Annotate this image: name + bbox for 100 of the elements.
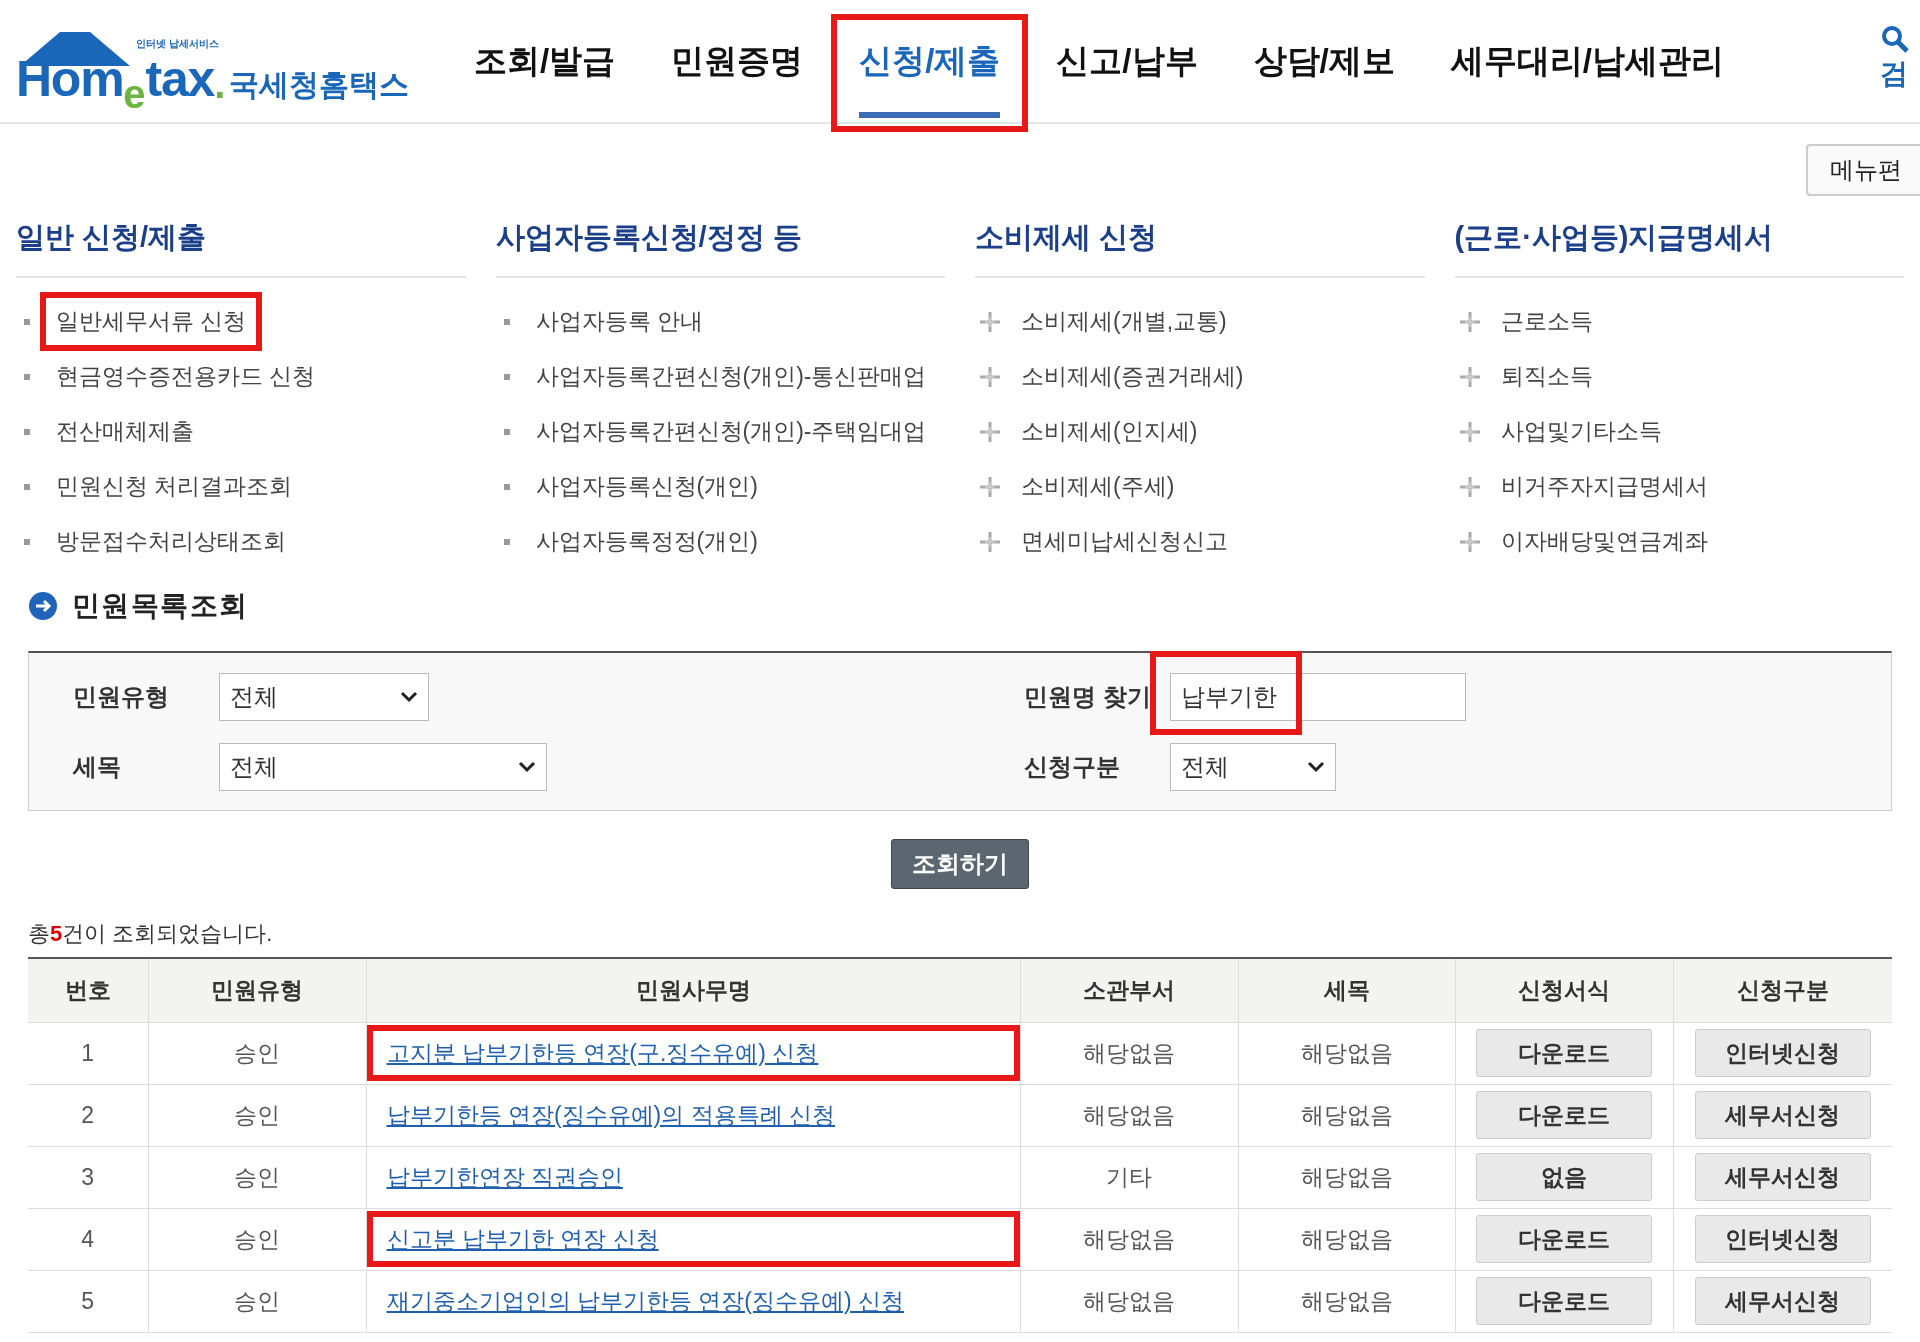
chevron-icon xyxy=(400,690,418,703)
dropdown[interactable]: 전체 xyxy=(219,672,429,721)
table-cell: 승인 xyxy=(234,1039,280,1066)
column-header: 민원사무명 xyxy=(366,958,1020,1022)
chevron-icon xyxy=(1307,760,1325,773)
apply-button[interactable]: 인터넷신청 xyxy=(1694,1215,1871,1263)
menu-link[interactable]: 사업자등록간편신청(개인)-주택임대업 xyxy=(535,414,927,449)
column-header: 세목 xyxy=(1238,958,1455,1022)
menu-link[interactable]: 이자배당및연금계좌 xyxy=(1500,524,1708,559)
menu-link[interactable]: 퇴직소득 xyxy=(1500,359,1593,394)
table-cell: 기타 xyxy=(1106,1163,1152,1190)
menu-link[interactable]: 소비제세(개별,교통) xyxy=(1021,304,1227,339)
table-cell: 해당없음 xyxy=(1083,1101,1175,1128)
table-cell: 해당없음 xyxy=(1300,1225,1393,1252)
menu-link[interactable]: 근로소득 xyxy=(1500,304,1593,339)
form-download-button[interactable]: 다운로드 xyxy=(1476,1029,1652,1077)
bullet-icon xyxy=(24,373,30,380)
menu-link[interactable]: 현금영수증전용카드 신청 xyxy=(56,359,316,394)
plus-icon xyxy=(979,530,1001,553)
menu-link[interactable]: 면세미납세신청신고 xyxy=(1021,524,1228,559)
form-download-button[interactable]: 다운로드 xyxy=(1476,1277,1652,1325)
menu-link[interactable]: 사업자등록신청(개인) xyxy=(535,469,758,504)
menu-link[interactable]: 방문접수처리상태조회 xyxy=(56,524,286,559)
column-header: 소관부서 xyxy=(1020,958,1238,1022)
plus-icon xyxy=(1458,420,1481,443)
menu-column-title: 사업자등록신청/정정 등 xyxy=(495,216,945,278)
menu-edit-button[interactable]: 메뉴편 xyxy=(1806,144,1920,196)
table-cell: 해당없음 xyxy=(1083,1039,1175,1066)
apply-button[interactable]: 세무서신청 xyxy=(1694,1153,1871,1201)
plus-icon xyxy=(1458,475,1481,498)
table-cell: 해당없음 xyxy=(1300,1163,1393,1190)
menu-column-title: 소비제세 신청 xyxy=(975,216,1425,278)
section-title: 민원목록조회 xyxy=(72,589,249,623)
apply-button[interactable]: 인터넷신청 xyxy=(1694,1029,1871,1077)
nav-tab[interactable]: 세무대리/납세관리 xyxy=(1450,0,1724,122)
table-cell: 해당없음 xyxy=(1300,1101,1393,1128)
search-icon[interactable] xyxy=(1880,24,1910,54)
filter-label: 민원명 찾기 xyxy=(1024,681,1152,712)
menu-link[interactable]: 소비제세(인지세) xyxy=(1021,414,1198,449)
search-button[interactable]: 조회하기 xyxy=(891,839,1029,889)
bullet-icon xyxy=(503,428,510,435)
table-cell: 5 xyxy=(81,1287,95,1314)
nav-tab[interactable]: 상담/제보 xyxy=(1253,0,1395,122)
plus-icon xyxy=(1458,530,1481,553)
nav-tab[interactable]: 신고/납부 xyxy=(1056,0,1198,122)
arrow-circle-icon xyxy=(28,591,58,621)
table-cell: 3 xyxy=(81,1163,95,1190)
filter-label: 민원유형 xyxy=(73,681,170,712)
filter-label: 신청구분 xyxy=(1024,751,1121,782)
table-cell: 2 xyxy=(81,1101,95,1128)
chevron-icon xyxy=(518,760,536,773)
plus-icon xyxy=(979,420,1001,443)
table-cell: 해당없음 xyxy=(1300,1039,1393,1066)
menu-link[interactable]: 비거주자지급명세서 xyxy=(1500,469,1708,504)
apply-button[interactable]: 세무서신청 xyxy=(1694,1091,1871,1139)
table-cell: 4 xyxy=(81,1225,95,1252)
form-download-button[interactable]: 다운로드 xyxy=(1476,1215,1652,1263)
bullet-icon xyxy=(24,428,30,435)
input-field[interactable]: 납부기한 xyxy=(1170,672,1466,721)
bullet-icon xyxy=(503,318,510,325)
apply-button[interactable]: 세무서신청 xyxy=(1694,1277,1871,1325)
menu-link[interactable]: 사업자등록간편신청(개인)-통신판매업 xyxy=(535,359,927,394)
table-cell: 1 xyxy=(81,1039,95,1066)
bullet-icon xyxy=(24,318,30,325)
menu-link[interactable]: 사업자등록 안내 xyxy=(535,304,703,339)
menu-link[interactable]: 사업자등록정정(개인) xyxy=(535,524,758,559)
column-header: 신청구분 xyxy=(1673,958,1892,1022)
table-cell: 승인 xyxy=(234,1101,280,1128)
menu-column-title: 일반 신청/제출 xyxy=(16,216,466,278)
plus-icon xyxy=(979,475,1001,498)
table-cell: 승인 xyxy=(234,1163,280,1190)
form-download-button[interactable]: 없음 xyxy=(1476,1153,1652,1201)
menu-link[interactable]: 소비제세(증권거래세) xyxy=(1021,359,1244,394)
form-download-button[interactable]: 다운로드 xyxy=(1476,1091,1652,1139)
nav-tab[interactable]: 신청/제출 xyxy=(859,0,1001,122)
bullet-icon xyxy=(503,373,510,380)
bullet-icon xyxy=(24,483,30,490)
table-cell: 승인 xyxy=(234,1225,280,1252)
plus-icon xyxy=(1458,365,1481,388)
filter-label: 세목 xyxy=(73,751,122,782)
bullet-icon xyxy=(503,483,510,490)
column-header: 민원유형 xyxy=(148,958,366,1022)
dropdown[interactable]: 전체 xyxy=(219,742,547,791)
menu-link[interactable]: 소비제세(주세) xyxy=(1021,469,1175,504)
table-cell: 해당없음 xyxy=(1083,1225,1175,1252)
menu-link[interactable]: 민원신청 처리결과조회 xyxy=(56,469,293,504)
menu-link[interactable]: 사업및기타소득 xyxy=(1500,414,1662,449)
menu-link[interactable]: 전산매체제출 xyxy=(56,414,194,449)
table-cell: 해당없음 xyxy=(1083,1287,1175,1314)
nav-tab[interactable]: 민원증명 xyxy=(671,0,804,122)
table-cell: 해당없음 xyxy=(1300,1287,1393,1314)
nav-tab[interactable]: 조회/발급 xyxy=(474,0,616,122)
plus-icon xyxy=(979,310,1001,333)
search-label[interactable]: 검 xyxy=(1880,60,1908,88)
column-header: 번호 xyxy=(28,958,148,1022)
dropdown[interactable]: 전체 xyxy=(1170,742,1336,791)
table-cell: 승인 xyxy=(234,1287,280,1314)
plus-icon xyxy=(979,365,1001,388)
result-count-text: 총5건이 조회되었습니다. xyxy=(28,920,274,947)
menu-link[interactable]: 일반세무서류 신청 xyxy=(56,304,247,339)
